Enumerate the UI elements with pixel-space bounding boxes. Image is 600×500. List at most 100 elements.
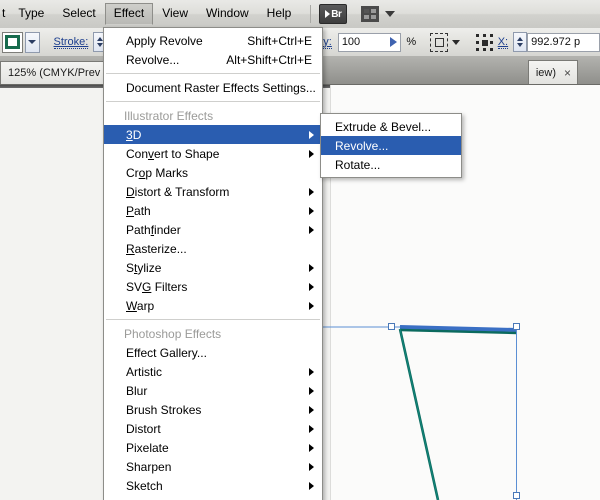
x-position-label[interactable]: X: (497, 36, 509, 49)
menu-item-revolve[interactable]: Revolve... Alt+Shift+Ctrl+E (104, 50, 322, 69)
menu-item-view[interactable]: View (153, 3, 197, 25)
opacity-unit: % (406, 36, 417, 48)
menu-item-label: Warp (126, 298, 155, 313)
menu-item-3d[interactable]: 3D (104, 125, 322, 144)
chevron-right-icon (309, 481, 314, 490)
menu-item-pathfinder[interactable]: Pathfinder (104, 220, 322, 239)
chevron-right-icon (309, 206, 314, 215)
x-position-input[interactable]: 992.972 p (527, 32, 600, 52)
chevron-right-icon (309, 462, 314, 471)
menu-item-label: Distort & Transform (126, 184, 230, 199)
menu-item-help[interactable]: Help (258, 3, 301, 25)
chevron-right-icon (309, 367, 314, 376)
menu-item-label: Rotate... (335, 157, 381, 172)
document-tab-left[interactable]: 125% (CMYK/Prev (0, 61, 110, 84)
close-icon[interactable]: × (564, 67, 571, 79)
menu-separator (106, 101, 320, 102)
opacity-input[interactable]: 100 (337, 32, 402, 52)
chevron-right-icon (309, 263, 314, 272)
effect-dropdown-menu[interactable]: Apply Revolve Shift+Ctrl+E Revolve... Al… (103, 27, 323, 500)
submenu-item-extrude-and-bevel[interactable]: Extrude & Bevel... (321, 117, 461, 136)
menu-item-brush-strokes[interactable]: Brush Strokes (104, 400, 322, 419)
menu-item-path[interactable]: Path (104, 201, 322, 220)
selection-handle-top-left[interactable] (388, 323, 395, 330)
menu-item-rasterize[interactable]: Rasterize... (104, 239, 322, 258)
menu-bar: t Type Select Effect View Window Help Br (0, 0, 600, 29)
menu-item-label: Brush Strokes (126, 402, 202, 417)
go-to-bridge-button[interactable]: Br (319, 4, 348, 24)
document-tab-title: iew) (535, 66, 556, 79)
menu-item-label: Revolve... (335, 138, 389, 153)
menu-item-warp[interactable]: Warp (104, 296, 322, 315)
chevron-down-icon[interactable] (451, 39, 460, 45)
menu-item-blur[interactable]: Blur (104, 381, 322, 400)
play-triangle-icon (325, 10, 331, 18)
menu-item-label: Document Raster Effects Settings... (126, 80, 316, 95)
menu-item-shortcut: Alt+Shift+Ctrl+E (226, 52, 312, 67)
menu-item-select[interactable]: Select (53, 3, 104, 25)
menu-section-illustrator-effects: Illustrator Effects (124, 108, 214, 123)
menu-item-label: 3D (126, 127, 142, 142)
menu-item-label: Stylize (126, 260, 162, 275)
menu-item-distort-photoshop[interactable]: Distort (104, 419, 322, 438)
menu-item-label: Revolve... (126, 52, 180, 67)
chevron-right-icon (309, 130, 314, 139)
opacity-dropdown-icon[interactable] (390, 37, 398, 47)
menu-item-pixelate[interactable]: Pixelate (104, 438, 322, 457)
menu-item-distort-and-transform[interactable]: Distort & Transform (104, 182, 322, 201)
menu-item-label: Extrude & Bevel... (335, 119, 432, 134)
chevron-right-icon (309, 282, 314, 291)
menu-separator (106, 319, 320, 320)
menu-item-label: Apply Revolve (126, 33, 203, 48)
menu-item-label: SVG Filters (126, 279, 188, 294)
menu-item-effect[interactable]: Effect (104, 3, 154, 25)
menu-item-stylize-illustrator[interactable]: Stylize (104, 258, 322, 277)
menu-item-stylize-photoshop[interactable]: Stylize (104, 495, 322, 500)
menu-item-label: Crop Marks (126, 165, 189, 180)
submenu-item-revolve[interactable]: Revolve... (321, 136, 461, 155)
3d-submenu[interactable]: Extrude & Bevel... Revolve... Rotate... (320, 113, 462, 178)
menu-item-svg-filters[interactable]: SVG Filters (104, 277, 322, 296)
menu-item-label: Sharpen (126, 459, 172, 474)
menu-separator (106, 73, 320, 74)
menu-item-apply-revolve[interactable]: Apply Revolve Shift+Ctrl+E (104, 31, 322, 50)
workspace-layout-icon (361, 6, 380, 22)
swatch-dropdown-button[interactable] (24, 31, 40, 53)
chevron-right-icon (309, 225, 314, 234)
fill-stroke-swatch[interactable] (2, 31, 23, 53)
menu-item-label: Pixelate (126, 440, 169, 455)
stroke-label[interactable]: Stroke: (53, 36, 89, 49)
transform-icon[interactable] (430, 32, 448, 52)
chevron-down-icon (385, 11, 396, 17)
x-position-stepper[interactable] (513, 32, 528, 52)
menu-item-document-raster-effects-settings[interactable]: Document Raster Effects Settings... (104, 78, 322, 97)
menu-item-label: Artistic (126, 364, 162, 379)
menu-item-label: Convert to Shape (126, 146, 220, 161)
stroke-color-swatch (4, 35, 20, 49)
menu-item-effect-gallery[interactable]: Effect Gallery... (104, 343, 322, 362)
chevron-right-icon (309, 386, 314, 395)
menu-item-window[interactable]: Window (197, 3, 258, 25)
menu-item-label: Pathfinder (126, 222, 181, 237)
menu-item-crop-marks[interactable]: Crop Marks (104, 163, 322, 182)
menu-item-label: Distort (126, 421, 161, 436)
menu-item-artistic[interactable]: Artistic (104, 362, 322, 381)
menu-item-sharpen[interactable]: Sharpen (104, 457, 322, 476)
menu-item-sketch[interactable]: Sketch (104, 476, 322, 495)
chevron-right-icon (309, 149, 314, 158)
menu-item-edit-partial[interactable]: t (0, 3, 9, 25)
workspace-switcher[interactable] (361, 6, 396, 22)
bridge-label: Br (331, 8, 342, 20)
menu-item-label: Path (126, 203, 151, 218)
menu-item-type[interactable]: Type (9, 3, 53, 25)
menu-item-convert-to-shape[interactable]: Convert to Shape (104, 144, 322, 163)
document-tab-active[interactable]: iew) × (527, 60, 578, 84)
chevron-down-icon (28, 40, 37, 44)
chevron-right-icon (309, 424, 314, 433)
selection-handle-middle-right[interactable] (513, 492, 520, 499)
reference-point-icon[interactable] (475, 33, 493, 51)
selection-handle-top-right[interactable] (513, 323, 520, 330)
menubar-divider (310, 5, 312, 23)
submenu-item-rotate[interactable]: Rotate... (321, 155, 461, 174)
menu-item-label: Effect Gallery... (126, 345, 207, 360)
